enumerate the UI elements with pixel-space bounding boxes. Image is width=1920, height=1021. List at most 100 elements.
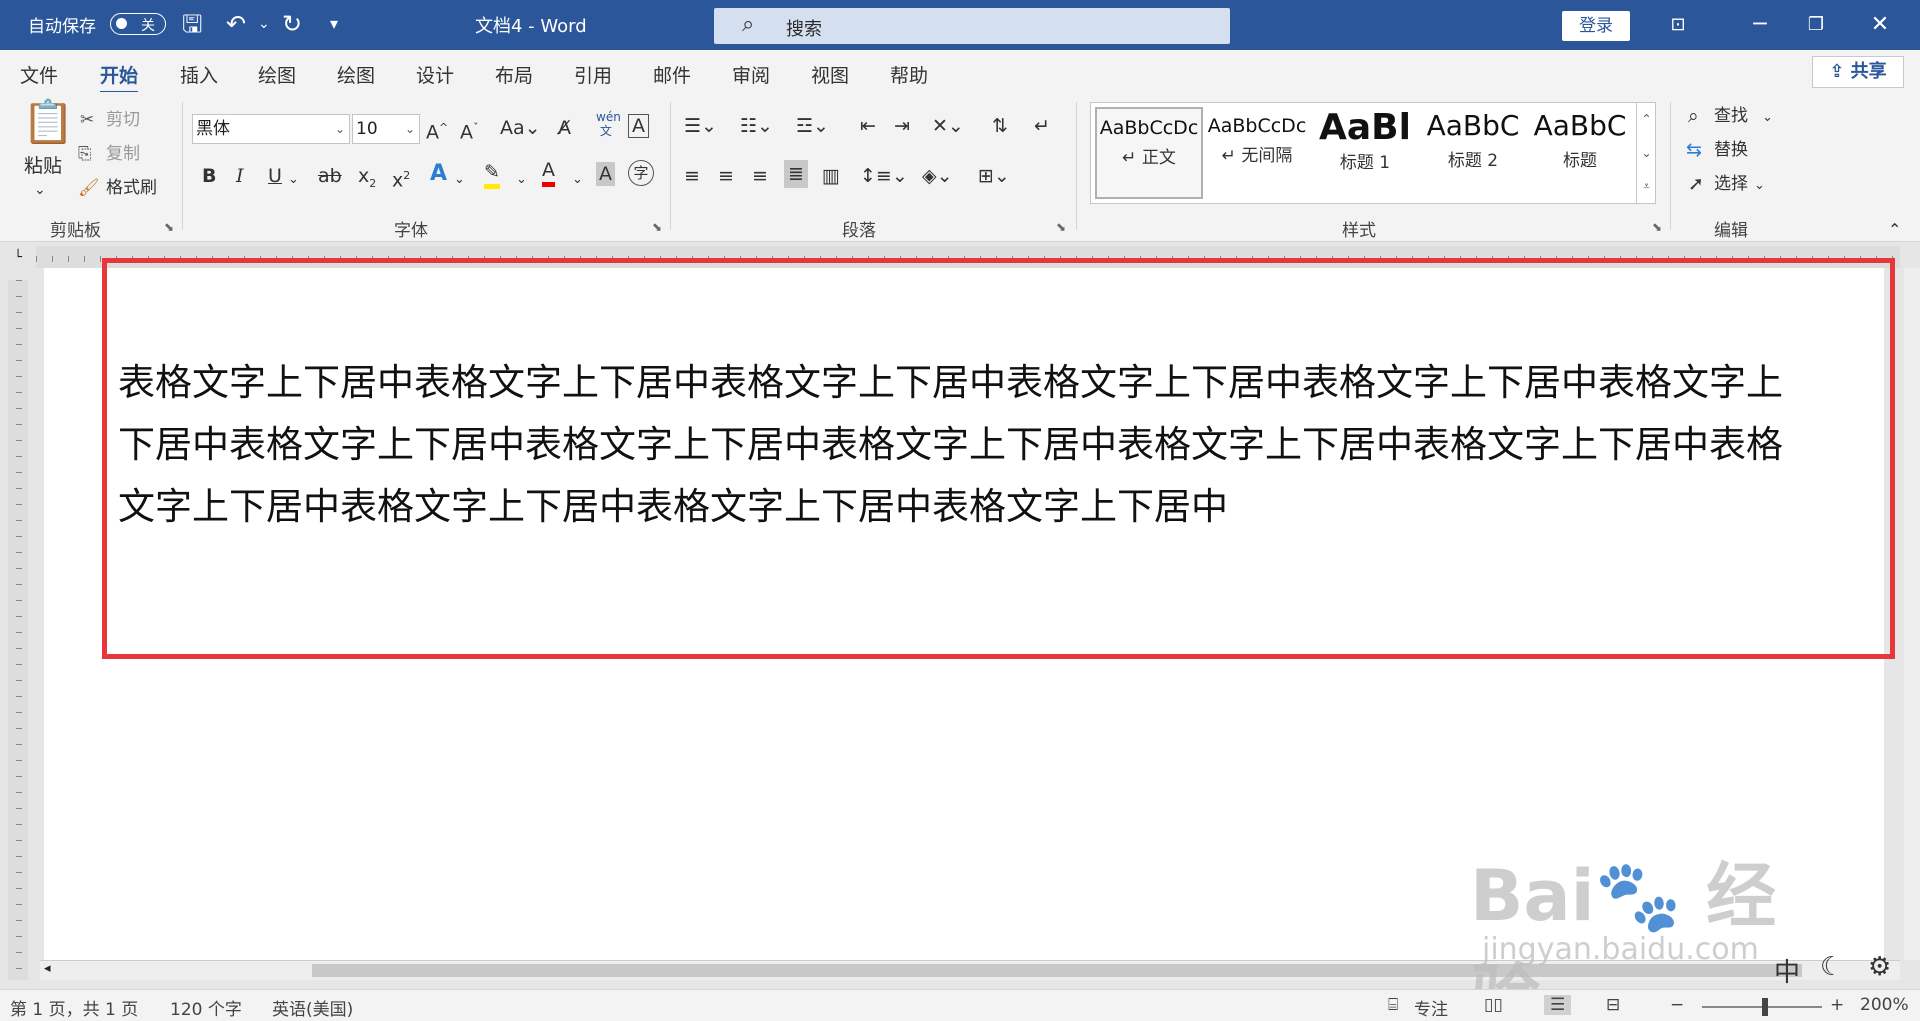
text-effects-icon[interactable]: A [430, 160, 447, 188]
enclose-character-icon[interactable]: 字 [628, 160, 654, 186]
sort-icon[interactable]: ⇅ [992, 112, 1008, 140]
redo-icon[interactable]: ↻ [282, 10, 302, 38]
save-icon[interactable]: 🖫 [182, 10, 202, 38]
copy-icon[interactable]: ⎘ [78, 140, 92, 168]
replace-label[interactable]: 替换 [1714, 136, 1748, 164]
align-right-icon[interactable]: ≡ [752, 162, 768, 190]
zoom-level[interactable]: 200% [1860, 995, 1909, 1015]
align-center-icon[interactable]: ≡ [718, 162, 734, 190]
tab-layout[interactable]: 布局 [495, 61, 533, 88]
align-left-icon[interactable]: ≡ [684, 162, 700, 190]
tab-file[interactable]: 文件 [20, 61, 58, 88]
tab-home[interactable]: 开始 [100, 61, 139, 94]
gear-icon[interactable]: ⚙ [1868, 952, 1891, 982]
line-spacing-icon[interactable]: ↕≡⌄ [860, 162, 908, 190]
clear-formatting-icon[interactable]: A̸ [558, 114, 571, 142]
zoom-in-icon[interactable]: + [1830, 995, 1844, 1015]
font-size-dropdown[interactable]: 10 ⌄ [352, 114, 420, 144]
scroll-left-icon[interactable]: ◂ [44, 961, 51, 976]
language[interactable]: 英语(美国) [272, 995, 353, 1020]
shrink-font-icon[interactable]: Aˇ [460, 114, 479, 146]
undo-icon[interactable]: ↶ [226, 10, 246, 38]
decrease-indent-icon[interactable]: ⇤ [860, 112, 876, 140]
tab-selector[interactable]: └ [8, 250, 28, 268]
style-heading-1[interactable]: AaBl 标题 1 [1311, 107, 1419, 199]
more-styles-icon[interactable]: ⩡ [1637, 170, 1656, 202]
tab-design[interactable]: 设计 [416, 61, 454, 88]
character-shading-icon[interactable]: A [596, 162, 615, 186]
paste-dropdown-icon[interactable]: ⌄ [34, 176, 46, 204]
zoom-slider-thumb[interactable] [1762, 998, 1768, 1016]
chinese-layout-icon[interactable]: ✕⌄ [932, 112, 964, 140]
bold-icon[interactable]: B [202, 162, 216, 190]
tab-draw[interactable]: 绘图 [258, 61, 296, 88]
chevron-up-icon[interactable]: ⌃ [1637, 102, 1656, 136]
paste-icon[interactable]: 📋 [22, 98, 74, 146]
customize-toolbar-icon[interactable]: ▾ [330, 10, 338, 38]
styles-scroll[interactable]: ⌃ ⌄ ⩡ [1636, 102, 1656, 204]
read-mode-icon[interactable]: ▯▯ [1484, 995, 1503, 1015]
underline-dropdown-icon[interactable]: ⌄ [288, 166, 299, 194]
chevron-down-icon[interactable]: ⌄ [1637, 136, 1656, 170]
font-name-dropdown[interactable]: 黑体 ⌄ [192, 114, 350, 144]
strikethrough-icon[interactable]: ab [318, 162, 342, 190]
ime-chinese-icon[interactable]: 中 [1774, 952, 1800, 989]
word-count[interactable]: 120 个字 [170, 995, 242, 1020]
font-color-icon[interactable]: A [542, 158, 555, 187]
tab-draw-2[interactable]: 绘图 [337, 61, 375, 88]
restore-icon[interactable]: ❐ [1796, 8, 1836, 42]
italic-icon[interactable]: I [236, 162, 244, 190]
print-layout-icon[interactable]: ☰ [1544, 995, 1572, 1015]
show-marks-icon[interactable]: ↵ [1034, 112, 1050, 140]
undo-dropdown-icon[interactable]: ⌄ [258, 10, 270, 38]
login-button[interactable]: 登录 [1562, 11, 1630, 41]
find-dropdown-icon[interactable]: ⌄ [1762, 104, 1773, 132]
vertical-scrollbar[interactable] [1904, 268, 1920, 960]
multilevel-list-icon[interactable]: ☲⌄ [796, 112, 829, 140]
tab-insert[interactable]: 插入 [180, 61, 218, 88]
styles-launcher-icon[interactable]: ⬊ [1652, 220, 1662, 234]
style-normal[interactable]: AaBbCcDc ↵ 正文 [1095, 107, 1203, 199]
bullets-icon[interactable]: ☰⌄ [684, 112, 717, 140]
web-layout-icon[interactable]: ⊟ [1606, 995, 1620, 1015]
increase-indent-icon[interactable]: ⇥ [894, 112, 910, 140]
borders-icon[interactable]: ⊞⌄ [978, 162, 1010, 190]
change-case-icon[interactable]: Aa⌄ [500, 114, 541, 142]
copy-label[interactable]: 复制 [106, 140, 140, 168]
close-icon[interactable]: ✕ [1860, 8, 1900, 42]
superscript-icon[interactable]: x2 [392, 162, 410, 194]
character-border-icon[interactable]: A [628, 114, 649, 138]
focus-label[interactable]: 专注 [1414, 995, 1448, 1020]
underline-icon[interactable]: U [268, 162, 282, 190]
tab-mailings[interactable]: 邮件 [653, 61, 691, 88]
shading-icon[interactable]: ◈⌄ [922, 162, 953, 190]
select-dropdown-icon[interactable]: ⌄ [1754, 172, 1765, 200]
page-count[interactable]: 第 1 页，共 1 页 [10, 995, 138, 1020]
paragraph-launcher-icon[interactable]: ⬊ [1056, 220, 1066, 234]
cut-icon[interactable]: ✂ [80, 106, 94, 134]
highlight-dropdown-icon[interactable]: ⌄ [516, 166, 527, 194]
distributed-icon[interactable]: ▥ [822, 162, 840, 190]
collapse-ribbon-icon[interactable]: ⌃ [1888, 216, 1901, 244]
highlight-color-icon[interactable]: ✎ [484, 160, 500, 189]
grow-font-icon[interactable]: A^ [426, 114, 448, 146]
clipboard-launcher-icon[interactable]: ⬊ [164, 220, 174, 234]
subscript-icon[interactable]: x2 [358, 162, 376, 198]
style-no-spacing[interactable]: AaBbCcDc ↵ 无间隔 [1203, 107, 1311, 199]
minimize-icon[interactable]: ─ [1740, 8, 1780, 42]
select-cursor-icon[interactable]: ➚ [1688, 170, 1704, 198]
find-label[interactable]: 查找 [1714, 102, 1748, 130]
phonetic-guide-icon[interactable]: wén 文 [596, 110, 621, 138]
select-label[interactable]: 选择 [1714, 170, 1748, 198]
tab-help[interactable]: 帮助 [890, 61, 928, 88]
justify-icon[interactable]: ≣ [784, 160, 808, 188]
autosave-toggle[interactable]: 关 [110, 13, 166, 35]
moon-icon[interactable]: ☾ [1820, 952, 1843, 982]
search-icon[interactable]: ⌕ [1688, 102, 1699, 130]
ribbon-display-icon[interactable]: ⊡ [1658, 8, 1698, 42]
text-effects-dropdown-icon[interactable]: ⌄ [454, 166, 465, 194]
format-painter-icon[interactable]: 🖌 [78, 174, 100, 202]
search-box[interactable]: ⌕ 搜索 [714, 8, 1230, 44]
tab-view[interactable]: 视图 [811, 61, 849, 88]
focus-icon[interactable]: ⌸ [1388, 995, 1398, 1015]
